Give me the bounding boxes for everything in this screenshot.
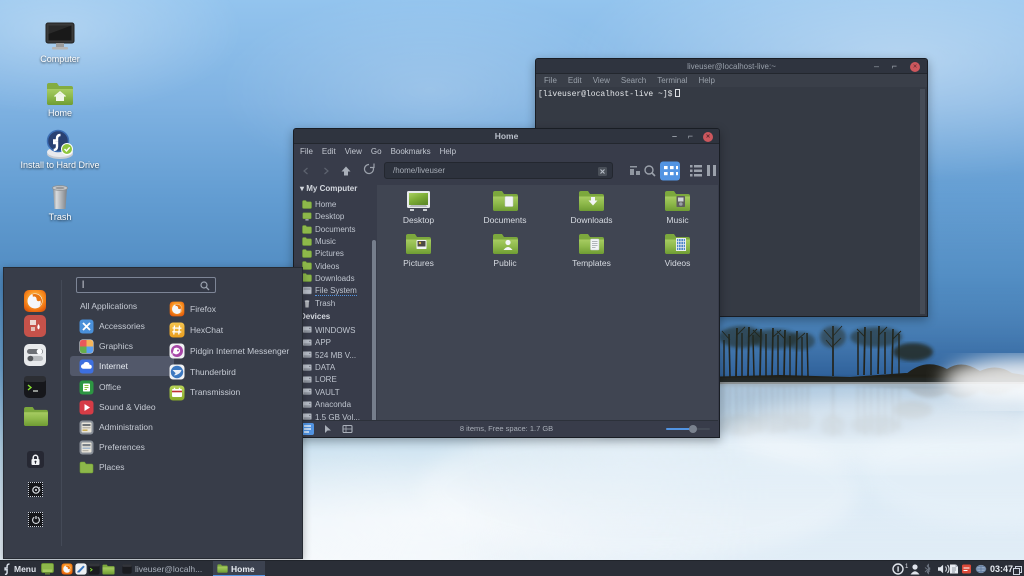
svg-text:1: 1: [905, 564, 909, 570]
